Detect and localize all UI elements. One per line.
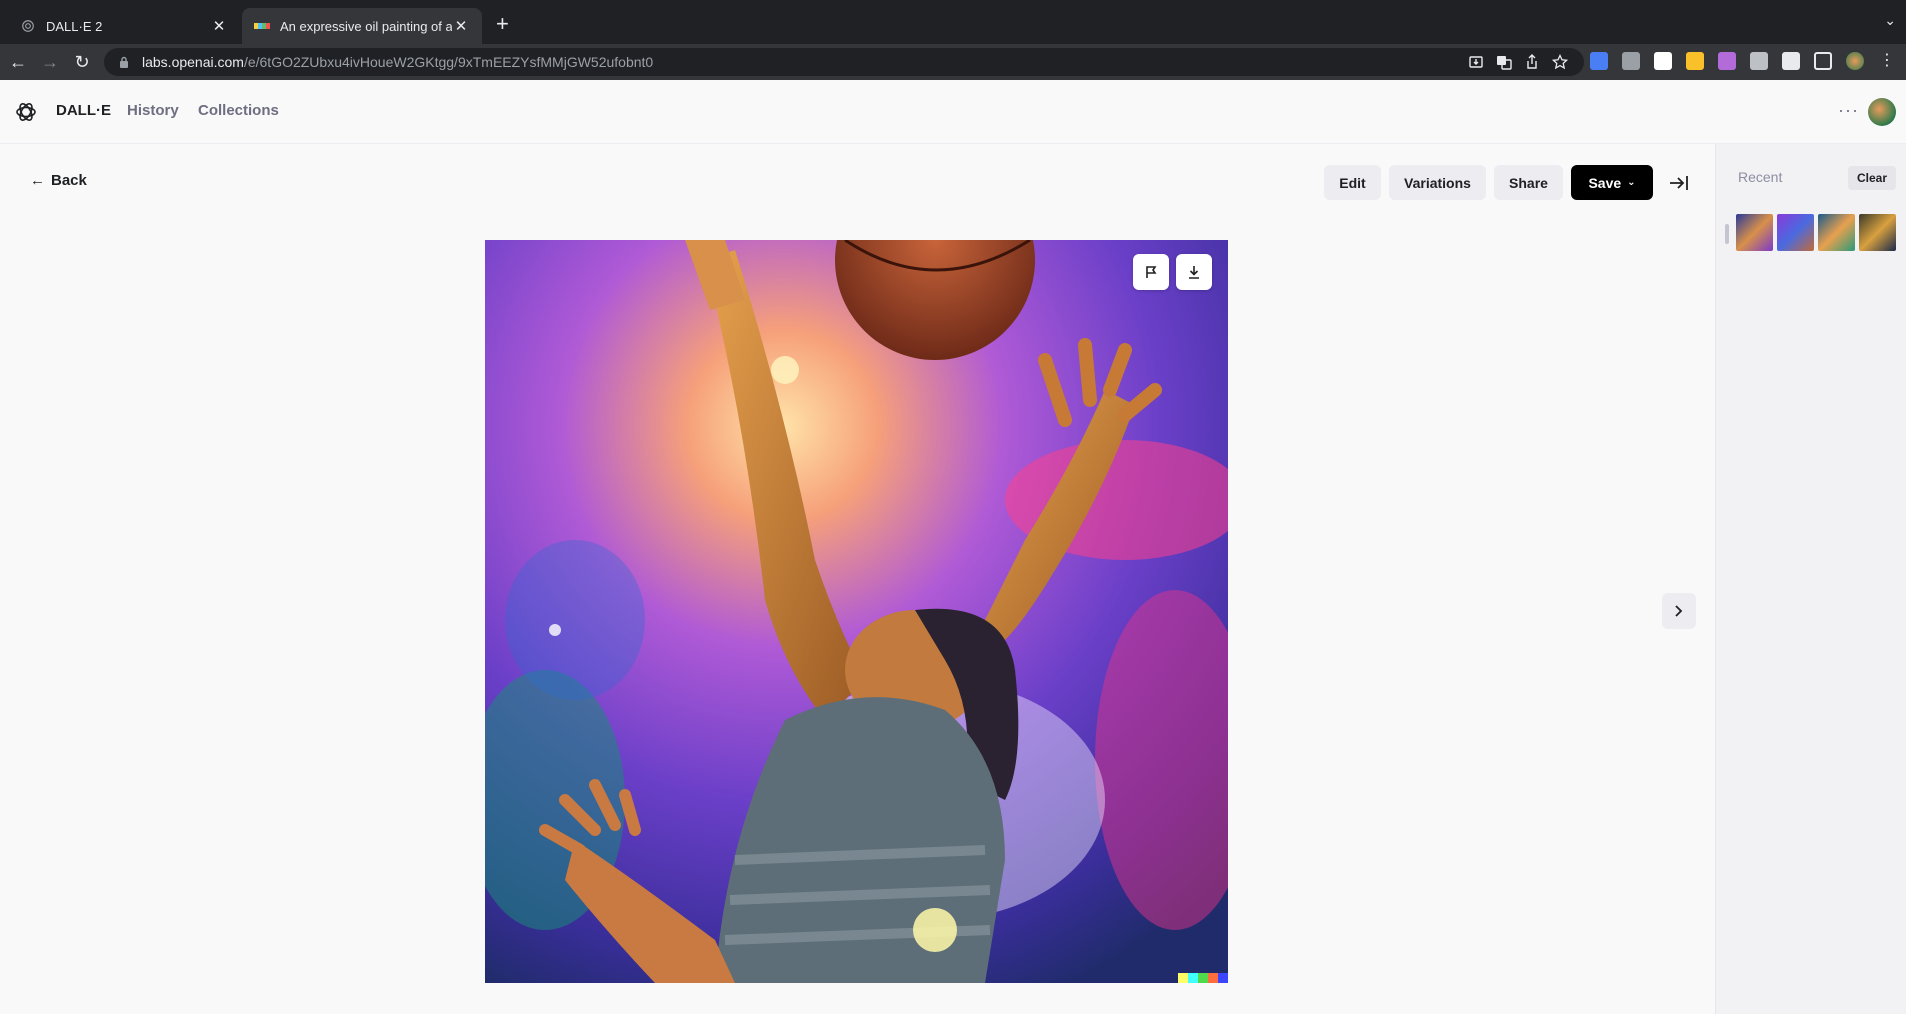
nav-history[interactable]: History <box>127 102 179 119</box>
extension-icon[interactable] <box>1590 52 1608 70</box>
recent-thumbnail[interactable] <box>1736 214 1773 251</box>
more-options-icon[interactable]: ··· <box>1838 100 1859 121</box>
avatar[interactable] <box>1868 98 1896 126</box>
variations-button[interactable]: Variations <box>1389 165 1486 200</box>
profile-avatar-icon[interactable] <box>1846 52 1864 70</box>
recent-thumbnails <box>1736 214 1896 251</box>
arrow-left-icon: ← <box>30 172 45 189</box>
bookmark-star-icon[interactable] <box>1551 53 1569 70</box>
openai-logo-icon <box>20 18 36 34</box>
download-icon <box>1189 266 1199 279</box>
share-button[interactable]: Share <box>1494 165 1563 200</box>
recent-thumbnail[interactable] <box>1859 214 1896 251</box>
clear-button[interactable]: Clear <box>1848 166 1896 190</box>
browser-tab[interactable]: DALL·E 2 ✕ <box>8 8 240 44</box>
openai-logo-icon[interactable] <box>14 100 38 124</box>
chevron-right-icon <box>1675 605 1683 617</box>
extension-icon[interactable] <box>1718 52 1736 70</box>
next-image-button[interactable] <box>1662 593 1696 629</box>
brand-name[interactable]: DALL·E <box>56 102 111 119</box>
install-icon[interactable] <box>1468 54 1484 70</box>
flag-icon <box>1146 266 1157 278</box>
chevron-down-icon[interactable]: ⌄ <box>1884 12 1896 29</box>
close-tab-icon[interactable]: ✕ <box>210 17 228 35</box>
app-header: DALL·E History Collections ··· <box>0 80 1906 144</box>
image-favicon-icon <box>254 18 270 34</box>
new-tab-icon[interactable]: + <box>496 12 509 36</box>
recent-sidebar: Recent Clear <box>1715 144 1906 1014</box>
extension-icon[interactable] <box>1622 52 1640 70</box>
recent-thumbnail[interactable] <box>1777 214 1814 251</box>
address-bar[interactable]: labs.openai.com/e/6tGO2ZUbxu4ivHoueW2GKt… <box>104 48 1584 76</box>
recent-label: Recent <box>1738 169 1783 185</box>
more-vertical-icon[interactable]: ⋮ <box>1878 52 1896 70</box>
browser-tab-bar: DALL·E 2 ✕ An expressive oil painting of… <box>0 0 1906 44</box>
collapse-sidebar-icon[interactable] <box>1668 172 1690 194</box>
nav-collections[interactable]: Collections <box>198 102 279 119</box>
browser-tab-active[interactable]: An expressive oil painting of a ✕ <box>242 8 482 44</box>
url-path: /e/6tGO2ZUbxu4ivHoueW2GKtgg/9xTmEEZYsfMM… <box>243 54 654 70</box>
tab-title: DALL·E 2 <box>46 18 103 34</box>
share-icon[interactable] <box>1524 54 1540 70</box>
puzzle-icon[interactable] <box>1782 52 1800 70</box>
extension-icon[interactable] <box>1686 52 1704 70</box>
save-button[interactable]: Save ⌄ <box>1571 165 1653 200</box>
extension-icon[interactable] <box>1654 52 1672 70</box>
back-label: Back <box>51 172 87 189</box>
url-host: labs.openai.com <box>142 54 244 70</box>
lock-icon <box>120 56 128 68</box>
back-arrow-icon[interactable]: ← <box>6 50 30 74</box>
report-flag-button[interactable] <box>1133 254 1169 290</box>
download-button[interactable] <box>1176 254 1212 290</box>
generated-image[interactable] <box>485 240 1228 983</box>
browser-toolbar: ← → ↻ labs.openai.com/e/6tGO2ZUbxu4ivHou… <box>0 44 1906 80</box>
tab-title: An expressive oil painting of a <box>280 18 452 34</box>
edit-button[interactable]: Edit <box>1324 165 1381 200</box>
reload-icon[interactable]: ↻ <box>70 50 94 74</box>
extension-icon[interactable] <box>1750 52 1768 70</box>
recent-thumbnail[interactable] <box>1818 214 1855 251</box>
dalle-signature-mark <box>1178 973 1228 983</box>
save-label: Save <box>1588 174 1622 191</box>
basketball-painting <box>485 240 1228 983</box>
chevron-down-icon: ⌄ <box>1627 177 1636 188</box>
forward-arrow-icon[interactable]: → <box>38 50 62 74</box>
back-button[interactable]: ← Back <box>30 172 87 189</box>
scrollbar-handle[interactable] <box>1725 224 1729 244</box>
side-panel-icon[interactable] <box>1814 52 1832 70</box>
translate-icon[interactable] <box>1496 54 1512 70</box>
close-tab-icon[interactable]: ✕ <box>452 17 470 35</box>
